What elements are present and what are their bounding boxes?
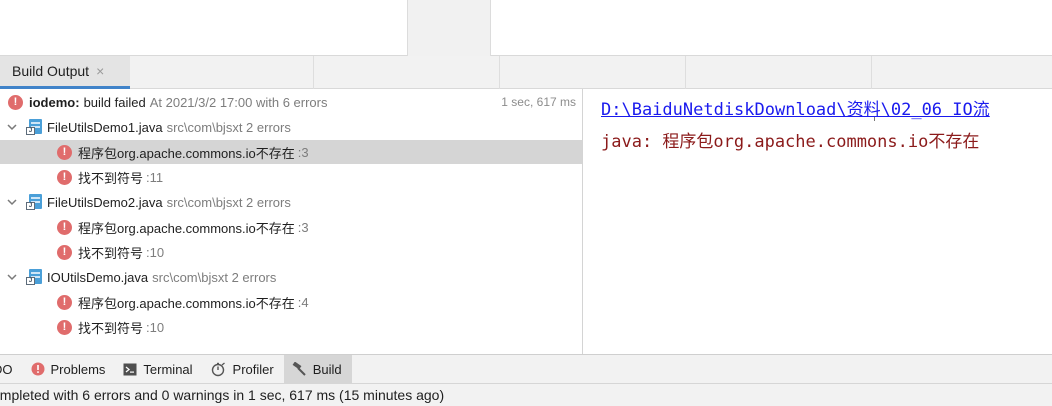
error-icon: ! <box>57 294 72 310</box>
error-line: :4 <box>297 294 309 310</box>
build-label: Build <box>312 361 342 377</box>
file-name: IOUtilsDemo.java <box>47 269 149 285</box>
error-line: :10 <box>146 319 165 335</box>
tool-window-bar: DO Problems Terminal Profiler Build <box>0 354 1052 383</box>
tab-build-output[interactable]: Build Output × <box>0 56 130 89</box>
file-row[interactable]: J FileUtilsDemo2.java src\com\bjsxt 2 er… <box>0 190 582 214</box>
status-bar: ompleted with 6 errors and 0 warnings in… <box>0 383 1052 406</box>
error-line: :3 <box>297 144 309 160</box>
error-message: 找不到符号 <box>78 245 144 261</box>
error-message: 找不到符号 <box>78 170 144 186</box>
header-divider <box>871 56 872 89</box>
chevron-down-icon[interactable] <box>6 121 18 133</box>
header-divider <box>313 56 314 89</box>
chevron-down-icon[interactable] <box>6 196 18 208</box>
error-icon: ! <box>57 319 72 335</box>
file-name: FileUtilsDemo2.java <box>47 194 163 210</box>
build-status: build failed <box>83 94 146 110</box>
build-console[interactable]: D:\BaiduNetdiskDownload\资料\02_06 IO流 jav… <box>584 89 1052 354</box>
project-name: iodemo: <box>29 94 80 110</box>
error-line: :11 <box>146 169 164 185</box>
error-icon: ! <box>57 169 72 185</box>
file-name: FileUtilsDemo1.java <box>47 119 163 135</box>
build-detail: At 2021/3/2 17:00 with 6 errors <box>149 94 328 110</box>
error-line: :3 <box>297 219 309 235</box>
java-file-icon: J <box>26 119 42 135</box>
problems-icon <box>31 362 45 376</box>
chevron-down-icon[interactable] <box>6 271 18 283</box>
file-path: src\com\bjsxt 2 errors <box>166 194 291 210</box>
editor-tab-placeholder[interactable] <box>407 0 491 56</box>
text-cursor <box>874 117 875 121</box>
status-message[interactable]: ompleted with 6 errors and 0 warnings in… <box>0 387 444 403</box>
error-icon: ! <box>57 144 72 160</box>
hammer-icon <box>292 362 307 376</box>
todo-tool-button[interactable]: DO <box>0 355 23 383</box>
profiler-icon <box>211 361 227 377</box>
terminal-label: Terminal <box>143 361 193 377</box>
error-row[interactable]: ! 找不到符号 :10 <box>0 315 582 339</box>
build-root-row[interactable]: ! iodemo: build failed At 2021/3/2 17:00… <box>0 90 582 114</box>
error-icon: ! <box>57 244 72 260</box>
console-path-link[interactable]: D:\BaiduNetdiskDownload\资料\02_06 IO流 <box>601 95 990 120</box>
error-row[interactable]: ! 找不到符号 :11 <box>0 165 582 189</box>
header-divider <box>499 56 500 89</box>
file-row[interactable]: J FileUtilsDemo1.java src\com\bjsxt 2 er… <box>0 115 582 139</box>
close-tab-icon[interactable]: × <box>96 63 104 79</box>
terminal-icon <box>123 363 137 376</box>
file-path: src\com\bjsxt 2 errors <box>152 269 277 285</box>
error-message: 程序包org.apache.commons.io不存在 <box>78 295 295 311</box>
todo-label: DO <box>0 361 13 377</box>
error-message: 程序包org.apache.commons.io不存在 <box>78 145 295 161</box>
java-file-icon: J <box>26 194 42 210</box>
file-row[interactable]: J IOUtilsDemo.java src\com\bjsxt 2 error… <box>0 265 582 289</box>
file-path: src\com\bjsxt 2 errors <box>166 119 291 135</box>
error-icon: ! <box>57 219 72 235</box>
editor-tab-strip <box>0 0 1052 56</box>
terminal-tool-button[interactable]: Terminal <box>115 355 202 383</box>
error-icon: ! <box>8 94 23 110</box>
build-tree[interactable]: ! iodemo: build failed At 2021/3/2 17:00… <box>0 89 583 354</box>
error-row[interactable]: ! 程序包org.apache.commons.io不存在 :3 <box>0 215 582 239</box>
error-message: 程序包org.apache.commons.io不存在 <box>78 220 295 236</box>
tab-build-output-label: Build Output <box>12 63 90 79</box>
error-row[interactable]: ! 程序包org.apache.commons.io不存在 :4 <box>0 290 582 314</box>
problems-label: Problems <box>50 361 106 377</box>
error-line: :10 <box>146 244 165 260</box>
profiler-label: Profiler <box>232 361 274 377</box>
header-divider <box>685 56 686 89</box>
java-file-icon: J <box>26 269 42 285</box>
error-row[interactable]: ! 程序包org.apache.commons.io不存在 :3 <box>0 140 582 164</box>
error-message: 找不到符号 <box>78 320 144 336</box>
build-tool-button[interactable]: Build <box>283 355 352 383</box>
profiler-tool-button[interactable]: Profiler <box>203 355 284 383</box>
console-error-message: java: 程序包org.apache.commons.io不存在 <box>601 132 980 152</box>
problems-tool-button[interactable]: Problems <box>23 355 116 383</box>
error-row[interactable]: ! 找不到符号 :10 <box>0 240 582 264</box>
build-duration: 1 sec, 617 ms <box>501 95 576 109</box>
build-tool-window-header: Build Output × <box>0 56 1052 89</box>
